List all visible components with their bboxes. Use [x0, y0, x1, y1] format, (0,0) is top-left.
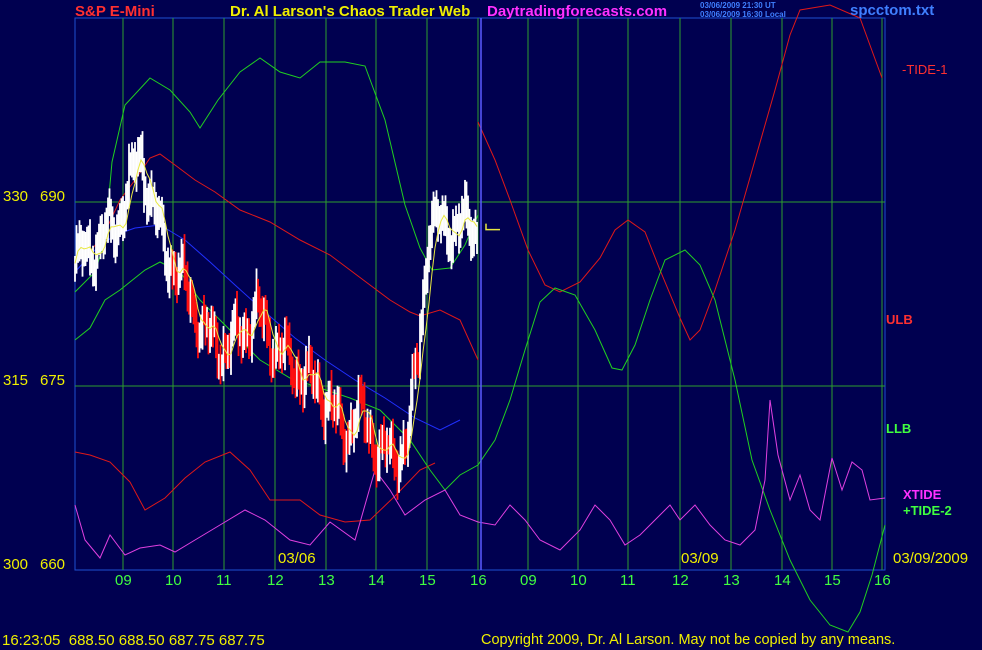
date-label-full: 03/09/2009: [893, 550, 969, 567]
x-tick-label: 10: [570, 572, 587, 589]
timestamp-local: 03/06/2009 16:30 Local: [700, 10, 786, 19]
x-tick-label: 15: [419, 572, 436, 589]
chart-window: S&P E-Mini Dr. Al Larson's Chaos Trader …: [0, 0, 982, 650]
red-lower-curve: [74, 451, 436, 523]
y-outer-tick-330: 330: [3, 188, 29, 205]
y-outer-tick-300: 300: [3, 556, 29, 573]
y-inner-tick-690: 690: [40, 188, 66, 205]
date-label-0306: 03/06: [278, 550, 316, 567]
x-tick-label: 14: [774, 572, 791, 589]
x-tick-label: 13: [723, 572, 740, 589]
x-tick-label: 12: [267, 572, 284, 589]
yellow-average-line: [74, 158, 478, 459]
x-tick-label: 11: [216, 572, 232, 589]
legend-llb: LLB: [886, 421, 912, 436]
x-tick-label: 09: [520, 572, 537, 589]
file-name: spcctom.txt: [850, 2, 935, 19]
legend-ulb: ULB: [886, 312, 913, 327]
x-tick-label: 12: [672, 572, 689, 589]
x-tick-label: 11: [620, 572, 636, 589]
chart-title: Dr. Al Larson's Chaos Trader Web: [230, 3, 471, 20]
x-tick-label: 10: [165, 572, 182, 589]
y-outer-tick-315: 315: [3, 372, 29, 389]
site-name[interactable]: Daytradingforecasts.com: [487, 4, 667, 19]
legend-tide2: +TIDE-2: [903, 503, 952, 518]
legend-tide1: -TIDE-1: [902, 62, 948, 77]
chart-canvas: [74, 4, 886, 633]
x-tick-label: 16: [874, 572, 891, 589]
copyright-notice: Copyright 2009, Dr. Al Larson. May not b…: [481, 632, 896, 648]
legend-xtide: XTIDE: [903, 487, 942, 502]
xtide-curve: [74, 399, 886, 559]
timestamp-ut: 03/06/2009 21:30 UT: [700, 1, 776, 10]
y-inner-tick-675: 675: [40, 372, 66, 389]
x-tick-label: 13: [318, 572, 335, 589]
date-label-0309: 03/09: [681, 550, 719, 567]
instrument-label: S&P E-Mini: [75, 3, 155, 20]
last-close-marker: [485, 223, 500, 231]
x-tick-label: 14: [368, 572, 385, 589]
x-tick-label: 09: [115, 572, 132, 589]
last-quote: 16:23:05 688.50 688.50 687.75 687.75: [2, 632, 265, 649]
x-tick-label: 16: [470, 572, 487, 589]
x-tick-label: 15: [824, 572, 841, 589]
y-inner-tick-660: 660: [40, 556, 66, 573]
